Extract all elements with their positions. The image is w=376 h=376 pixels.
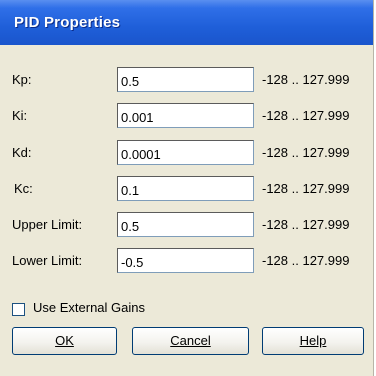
- lower-limit-range: -128 .. 127.999: [262, 253, 350, 268]
- kc-label: Kc:: [14, 181, 33, 196]
- ki-field[interactable]: [117, 103, 254, 128]
- help-button-label: Help: [299, 333, 327, 348]
- use-external-gains-label[interactable]: Use External Gains: [33, 300, 145, 315]
- upper-limit-field[interactable]: [117, 212, 254, 237]
- upper-limit-range: -128 .. 127.999: [262, 217, 350, 232]
- kp-range: -128 .. 127.999: [262, 72, 350, 87]
- kc-range: -128 .. 127.999: [262, 181, 350, 196]
- pid-properties-dialog: PID Properties Kp: -128 .. 127.999 Ki: -…: [0, 0, 374, 376]
- title-bar[interactable]: PID Properties: [0, 0, 373, 45]
- cancel-button-label: Cancel: [170, 333, 211, 348]
- lower-limit-field[interactable]: [117, 248, 254, 273]
- kd-range: -128 .. 127.999: [262, 145, 350, 160]
- dialog-body: Kp: -128 .. 127.999 Ki: -128 .. 127.999 …: [0, 45, 373, 376]
- kp-label: Kp:: [12, 72, 32, 87]
- kp-field[interactable]: [117, 67, 254, 92]
- dialog-title: PID Properties: [14, 14, 121, 31]
- ok-button-label: OK: [55, 333, 74, 348]
- lower-limit-label: Lower Limit:: [12, 253, 83, 268]
- kd-label: Kd:: [12, 145, 32, 160]
- upper-limit-label: Upper Limit:: [12, 217, 83, 232]
- cancel-button[interactable]: Cancel: [132, 327, 249, 355]
- kd-field[interactable]: [117, 140, 254, 165]
- ki-range: -128 .. 127.999: [262, 108, 350, 123]
- ok-button[interactable]: OK: [12, 327, 117, 355]
- help-button[interactable]: Help: [262, 327, 364, 355]
- kc-field[interactable]: [117, 176, 254, 201]
- use-external-gains-checkbox[interactable]: [12, 303, 25, 316]
- ki-label: Ki:: [12, 108, 28, 123]
